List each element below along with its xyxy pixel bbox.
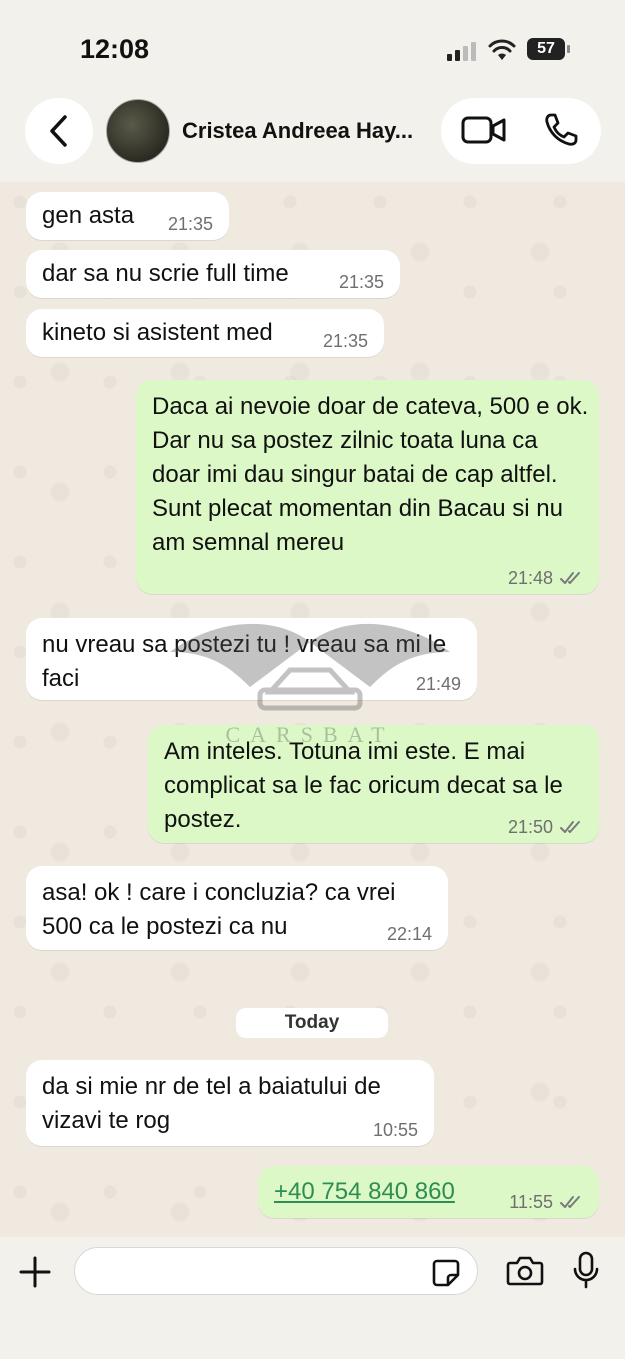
message-time: 21:35 [322,331,368,351]
battery-indicator: 57 [527,38,570,60]
date-separator: Today [236,1008,388,1038]
plus-icon[interactable] [18,1255,52,1289]
camera-icon[interactable] [506,1255,544,1287]
status-bar: 12:08 57 [0,0,625,90]
chat-header: Cristea Andreea Hay... [0,90,625,182]
watermark-logo: CARSBAT [150,612,470,752]
contact-avatar[interactable] [106,99,170,163]
message-text: da si mie nr de tel a baiatului de vizav… [42,1073,381,1134]
message-time: 21:35 [167,214,213,234]
cellular-signal-icon [447,42,476,61]
status-time: 12:08 [80,34,150,64]
back-button[interactable] [25,98,93,164]
chat-messages[interactable]: gen asta 21:35 dar sa nu scrie full time… [0,182,625,1237]
message-text: Daca ai nevoie doar de cateva, 500 e ok.… [152,393,589,556]
video-call-icon[interactable] [461,114,507,146]
phone-call-icon[interactable] [543,112,579,148]
wifi-icon [488,39,516,60]
message-time: 10:55 [372,1120,418,1140]
message-incoming[interactable]: asa! ok ! care i concluzia? ca vrei 500 … [26,866,448,950]
message-incoming[interactable]: gen asta 21:35 [26,192,229,240]
message-text: dar sa nu scrie full time [42,260,289,287]
back-icon [50,115,67,147]
message-time: 11:55 [509,1192,553,1212]
message-outgoing[interactable]: Daca ai nevoie doar de cateva, 500 e ok.… [136,380,599,594]
message-outgoing[interactable]: +40 754 840 860 11:55 [258,1166,599,1218]
message-incoming[interactable]: da si mie nr de tel a baiatului de vizav… [26,1060,434,1146]
message-text: asa! ok ! care i concluzia? ca vrei 500 … [42,879,396,940]
contact-name[interactable]: Cristea Andreea Hay... [182,118,422,144]
message-time: 21:35 [338,272,384,292]
watermark-text: CARSBAT [225,722,394,747]
message-time: 21:50 [507,817,553,837]
microphone-icon[interactable] [573,1251,599,1289]
read-receipt-icon [560,572,580,584]
message-incoming[interactable]: dar sa nu scrie full time 21:35 [26,250,400,298]
message-incoming[interactable]: kineto si asistent med 21:35 [26,309,384,357]
message-input[interactable] [74,1247,478,1295]
message-text: kineto si asistent med [42,319,273,346]
read-receipt-icon [560,821,580,833]
sticker-icon[interactable] [431,1258,461,1288]
message-time: 21:48 [507,568,553,588]
call-actions [441,98,601,164]
read-receipt-icon [560,1196,580,1208]
message-time: 22:14 [386,924,432,944]
composer-bar [0,1237,625,1359]
